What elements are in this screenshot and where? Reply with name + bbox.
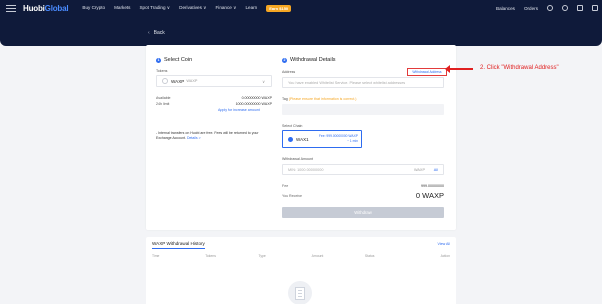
increase-amount-link[interactable]: Apply for increase amount [218, 108, 260, 112]
col-time: Time [152, 254, 160, 258]
top-navbar: HuobiGlobal Buy Crypto Markets Spot Trad… [0, 0, 602, 16]
limit-label: 24h limit [156, 102, 170, 106]
nav-finance[interactable]: Finance ∨ [216, 5, 237, 12]
section-title: Withdrawal Details [290, 57, 336, 63]
tutorial-annotation: 2. Click "Withdrawal Address" [480, 65, 559, 71]
back-button[interactable]: ‹ Back [148, 30, 165, 36]
nav-balances[interactable]: Balances [496, 6, 515, 11]
select-coin-title: 1 Select Coin [156, 57, 192, 63]
logo[interactable]: HuobiGlobal [23, 3, 69, 13]
download-icon[interactable] [577, 5, 583, 11]
coin-icon [162, 78, 168, 84]
available-label: Available [156, 96, 171, 100]
receive-label: You Receive [282, 193, 303, 198]
chain-name: WAX1 [296, 137, 309, 142]
settings-icon[interactable] [592, 5, 598, 11]
promo-badge[interactable]: Earn $150 [266, 4, 292, 12]
tokens-label: Tokens [156, 69, 168, 73]
col-tokens: Tokens [205, 254, 216, 258]
col-amount: Amount [311, 254, 324, 258]
step-2-badge: 2 [282, 57, 287, 63]
withdrawal-address-text: Withdrawal Address [412, 70, 442, 74]
tag-label: Tag (Please ensure that information is c… [282, 97, 357, 101]
select-chain-label: Select Chain [282, 124, 303, 128]
step-1-badge: 1 [156, 57, 161, 63]
nav-spot-trading[interactable]: Spot Trading ∨ [139, 5, 170, 12]
chevron-down-icon: ∨ [262, 78, 265, 84]
coin-symbol: WAXP [171, 78, 185, 84]
address-input[interactable]: You have enabled Whitelist Service. Plea… [282, 77, 444, 88]
withdraw-button-label: Withdraw [354, 210, 372, 215]
withdrawal-address-link[interactable]: Withdrawal Address [407, 68, 447, 76]
logo-text-accent: Global [44, 3, 69, 13]
nav-buy-crypto[interactable]: Buy Crypto [82, 5, 105, 12]
history-table-header: Time Tokens Type Amount Status Action [152, 254, 450, 258]
back-label: Back [153, 30, 165, 36]
fee-row: Fee 999.00000000 [282, 184, 444, 188]
fee-label: Fee [282, 184, 289, 188]
receive-value: 0 WAXP [415, 191, 444, 200]
nav-markets[interactable]: Markets [114, 5, 130, 12]
nav-right: Balances Orders [496, 0, 598, 16]
chain-fee: Fee: 999.00000000 WAXP [318, 134, 358, 138]
user-icon[interactable] [547, 5, 553, 11]
empty-state-icon [288, 281, 312, 304]
view-all-link[interactable]: View All [437, 242, 450, 246]
address-label: Address [282, 70, 296, 74]
logo-text: Huobi [23, 3, 45, 13]
limit-value: 1000.00000000 WAXP [235, 102, 272, 106]
amount-placeholder: MIN: 1000.00000000 [288, 167, 324, 172]
available-row: Available 0.00000000 WAXP [156, 96, 272, 100]
tag-warning: (Please ensure that information is corre… [288, 97, 357, 101]
nav-links: Buy Crypto Markets Spot Trading ∨ Deriva… [82, 4, 292, 12]
tag-input[interactable] [282, 104, 444, 115]
amount-label: Withdrawal Amount [282, 157, 313, 161]
fee-value: 999.00000000 [421, 184, 444, 188]
details-link[interactable]: Details > [187, 136, 201, 140]
arrow-left-icon [445, 65, 473, 73]
col-type: Type [258, 254, 266, 258]
coin-select[interactable]: WAXP WAXP ∨ [156, 75, 272, 87]
amount-input[interactable]: MIN: 1000.00000000 WAXP All [282, 164, 444, 175]
coin-name: WAXP [186, 79, 198, 83]
nav-orders[interactable]: Orders [524, 6, 538, 11]
section-title: Select Coin [164, 57, 193, 63]
receive-row: You Receive 0 WAXP [282, 191, 444, 200]
internal-transfer-note: - Internal transfers on Huobi are free. … [156, 131, 266, 141]
address-placeholder: You have enabled Whitelist Service. Plea… [288, 80, 406, 85]
chain-time: ~ 1 min [347, 138, 358, 143]
note-text: - Internal transfers on Huobi are free. … [156, 131, 259, 140]
available-value: 0.00000000 WAXP [241, 96, 272, 100]
menu-icon[interactable] [6, 4, 16, 12]
bell-icon[interactable] [562, 5, 568, 11]
chain-option-wax1[interactable]: WAX1 Fee: 999.00000000 WAXP ~ 1 min [282, 130, 362, 148]
col-status: Status [364, 254, 375, 258]
withdraw-card: 1 Select Coin Tokens WAXP WAXP ∨ Availab… [146, 45, 456, 230]
nav-learn[interactable]: Learn [245, 5, 257, 12]
limit-row: 24h limit 1000.00000000 WAXP [156, 102, 272, 106]
tag-label-text: Tag [282, 97, 288, 101]
radio-selected-icon [288, 137, 293, 142]
history-tab[interactable]: WAXP Withdrawal History [152, 241, 205, 249]
nav-derivatives[interactable]: Derivatives ∨ [179, 5, 206, 12]
chain-fee-info: Fee: 999.00000000 WAXP ~ 1 min [317, 134, 358, 143]
col-action: Action [440, 254, 451, 258]
withdrawal-history-card: WAXP Withdrawal History View All Time To… [146, 237, 456, 304]
header-band [0, 16, 602, 46]
chevron-left-icon: ‹ [148, 30, 150, 36]
all-button[interactable]: All [434, 168, 438, 172]
withdraw-button[interactable]: Withdraw [282, 207, 444, 218]
amount-unit: WAXP [413, 167, 425, 172]
withdrawal-details-title: 2 Withdrawal Details [282, 57, 336, 63]
